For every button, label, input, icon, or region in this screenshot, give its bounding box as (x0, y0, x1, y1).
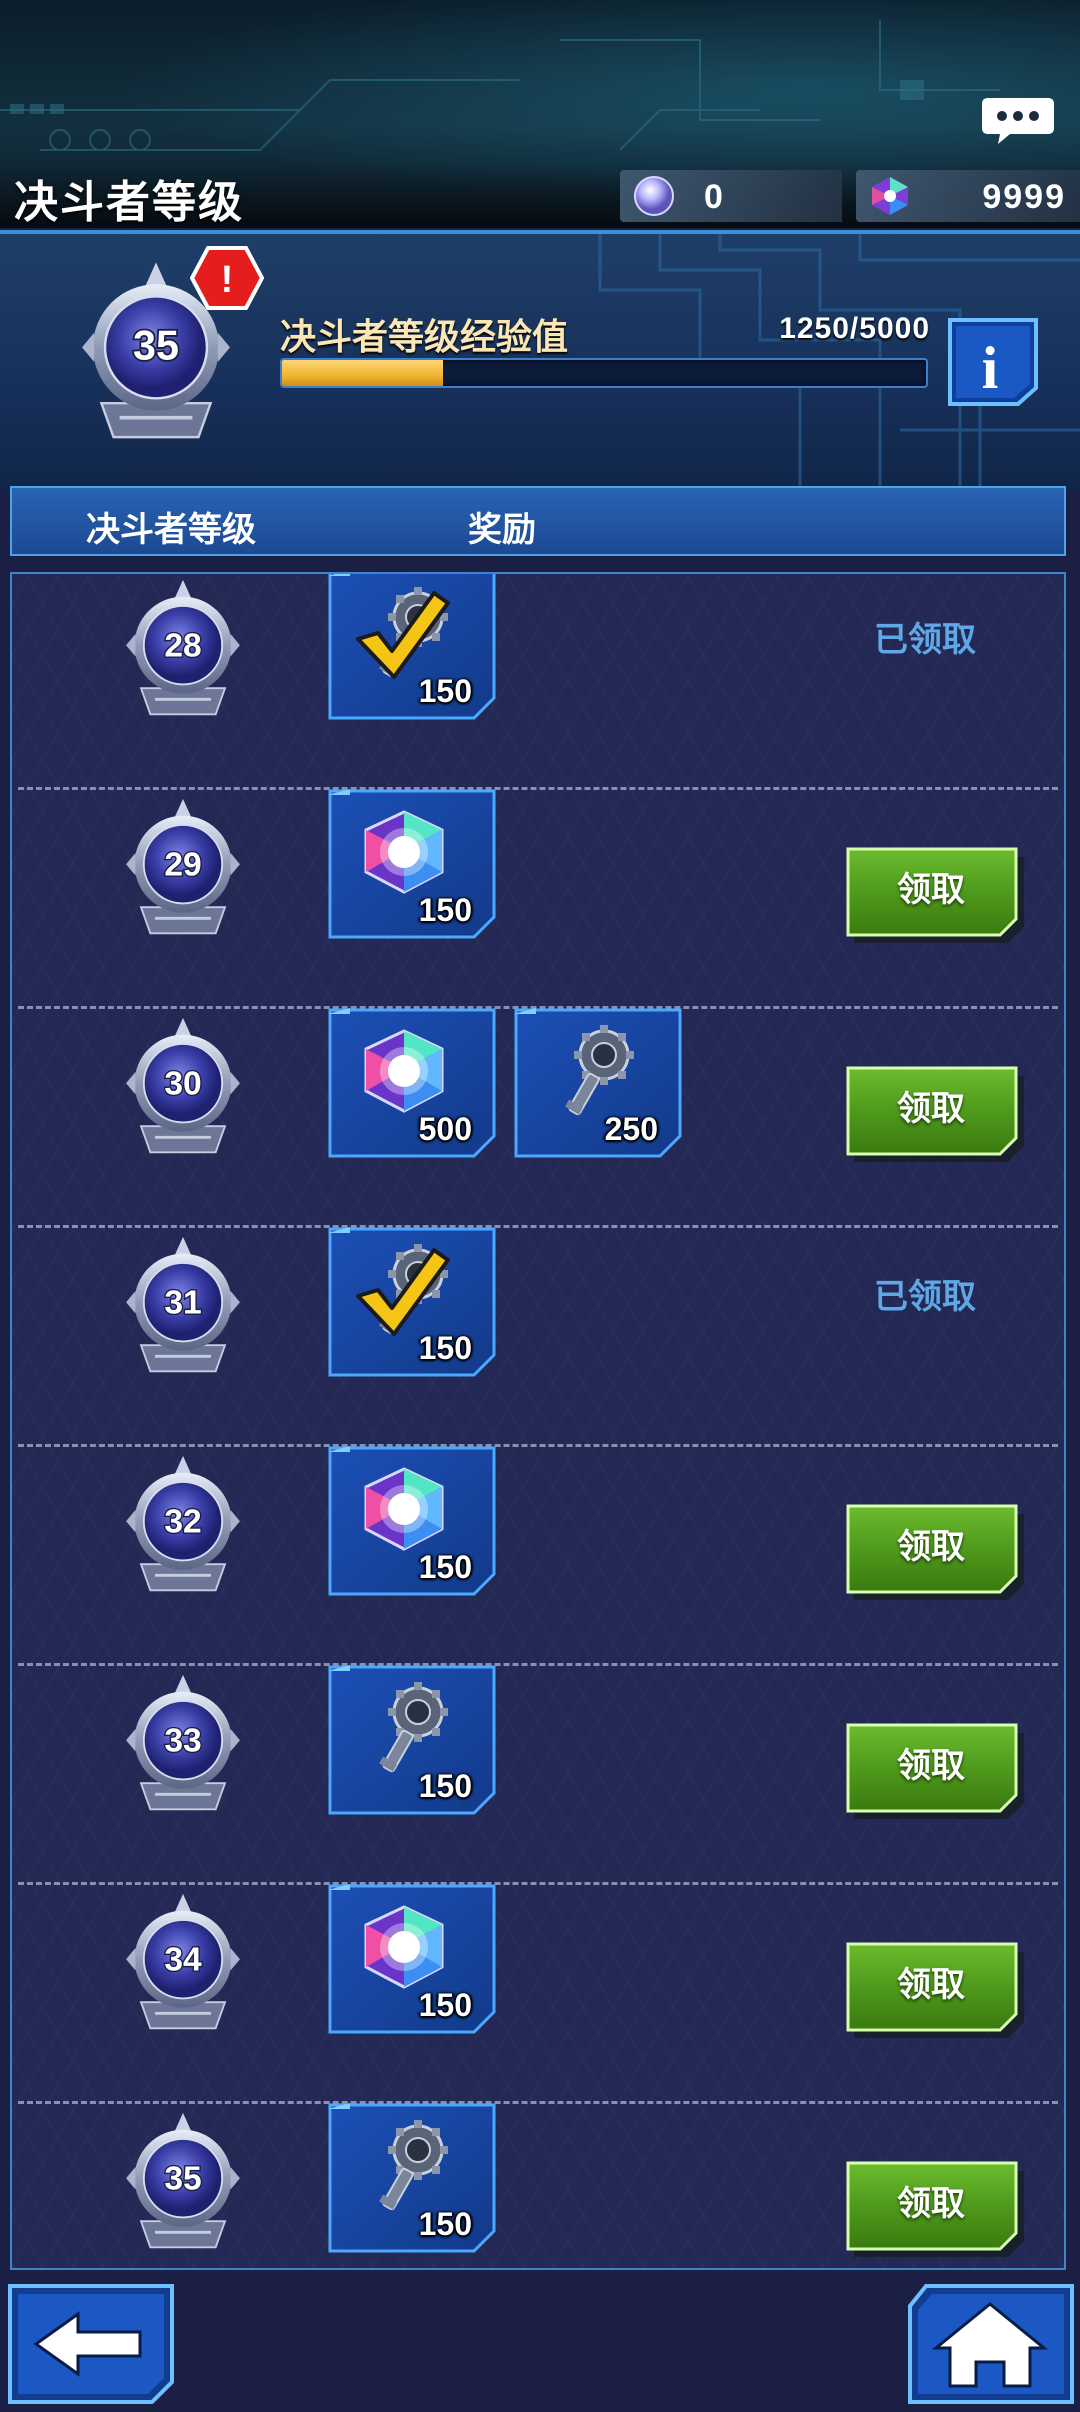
reward-row: 35 150 领取 (12, 2103, 1064, 2268)
reward-row: 29 150 领取 (12, 789, 1064, 1009)
chat-bubble-icon (982, 98, 1054, 144)
level-number: 34 (164, 1941, 202, 1978)
exp-label: 决斗者等级经验值 (280, 316, 569, 357)
reward-item[interactable]: 150 (328, 1665, 496, 1815)
reward-item[interactable]: 250 (514, 1008, 682, 1158)
claim-button-label: 领取 (897, 1966, 965, 2004)
claimed-status: 已领取 (874, 621, 976, 659)
level-badge: 33 (124, 1673, 242, 1811)
level-badge: 28 (124, 578, 242, 716)
reward-item[interactable]: 150 (328, 789, 496, 939)
gem-count: 9999 (982, 178, 1066, 216)
level-badge: 30 (124, 1016, 242, 1154)
level-number: 33 (164, 1722, 201, 1759)
level-badge: 31 (124, 1235, 242, 1373)
reward-quantity: 250 (604, 1111, 658, 1147)
reward-quantity: 150 (418, 1549, 472, 1585)
current-level-number: 35 (133, 322, 179, 368)
column-header-level: 决斗者等级 (86, 511, 256, 549)
orb-currency: 0 (620, 170, 842, 222)
level-badge: 32 (124, 1454, 242, 1592)
reward-quantity: 150 (418, 892, 472, 928)
info-button[interactable]: i (944, 316, 1040, 406)
home-icon (908, 2284, 1074, 2404)
reward-list[interactable]: 28 150 已领取 29 150 领取 30 500 250 领取 31 150 已领取 32 150 领取… (10, 572, 1066, 2270)
table-header: 决斗者等级 奖励 (10, 486, 1066, 556)
reward-item[interactable]: 150 (328, 574, 496, 720)
claim-button-label: 领取 (897, 1528, 965, 1566)
exp-progress-bar (280, 358, 928, 388)
claim-button-label: 领取 (897, 2185, 965, 2223)
reward-item[interactable]: 150 (328, 2103, 496, 2253)
claim-button[interactable]: 领取 (846, 1723, 1026, 1819)
claimed-status: 已领取 (874, 1278, 976, 1316)
claim-button[interactable]: 领取 (846, 1942, 1026, 2038)
reward-row: 31 150 已领取 (12, 1227, 1064, 1447)
claim-button[interactable]: 领取 (846, 1066, 1026, 1162)
reward-quantity: 150 (418, 1330, 472, 1366)
svg-text:!: ! (221, 259, 234, 301)
level-number: 32 (164, 1503, 201, 1540)
home-button[interactable] (904, 2282, 1076, 2406)
back-arrow-icon (8, 2284, 174, 2404)
svg-text:i: i (982, 335, 999, 401)
page-title: 决斗者等级 (14, 178, 244, 227)
level-number: 28 (164, 627, 201, 664)
claim-button-label: 领取 (897, 1747, 965, 1785)
claim-button-label: 领取 (897, 1090, 965, 1128)
exclamation-icon: ! (190, 246, 264, 310)
reward-item[interactable]: 150 (328, 1227, 496, 1377)
level-badge: 29 (124, 797, 242, 935)
gem-currency: 9999 (856, 170, 1080, 222)
reward-quantity: 150 (418, 1768, 472, 1804)
gem-icon (872, 177, 908, 215)
claim-button[interactable]: 领取 (846, 847, 1026, 943)
level-number: 35 (164, 2160, 201, 2197)
back-button[interactable] (6, 2282, 176, 2406)
level-number: 30 (164, 1065, 201, 1102)
reward-quantity: 150 (418, 2206, 472, 2242)
reward-row: 32 150 领取 (12, 1446, 1064, 1666)
reward-row: 28 150 已领取 (12, 574, 1064, 790)
reward-item[interactable]: 500 (328, 1008, 496, 1158)
reward-row: 30 500 250 领取 (12, 1008, 1064, 1228)
reward-row: 34 150 领取 (12, 1884, 1064, 2104)
chat-button[interactable] (980, 96, 1056, 146)
orb-icon (634, 176, 674, 216)
exp-value: 1250/5000 (779, 312, 930, 345)
info-icon: i (948, 318, 1038, 406)
reward-quantity: 150 (418, 673, 472, 709)
exp-progress-fill (282, 360, 443, 386)
reward-item[interactable]: 150 (328, 1884, 496, 2034)
level-badge: 34 (124, 1892, 242, 2030)
orb-count: 0 (704, 178, 725, 216)
level-badge: 35 (124, 2111, 242, 2249)
reward-quantity: 500 (418, 1111, 472, 1147)
level-number: 31 (164, 1284, 201, 1321)
claim-button[interactable]: 领取 (846, 1504, 1026, 1600)
column-header-reward: 奖励 (468, 511, 536, 549)
level-number: 29 (164, 846, 201, 883)
reward-row: 33 150 领取 (12, 1665, 1064, 1885)
reward-quantity: 150 (418, 1987, 472, 2023)
reward-item[interactable]: 150 (328, 1446, 496, 1596)
claim-button[interactable]: 领取 (846, 2161, 1026, 2257)
claim-button-label: 领取 (897, 871, 965, 909)
